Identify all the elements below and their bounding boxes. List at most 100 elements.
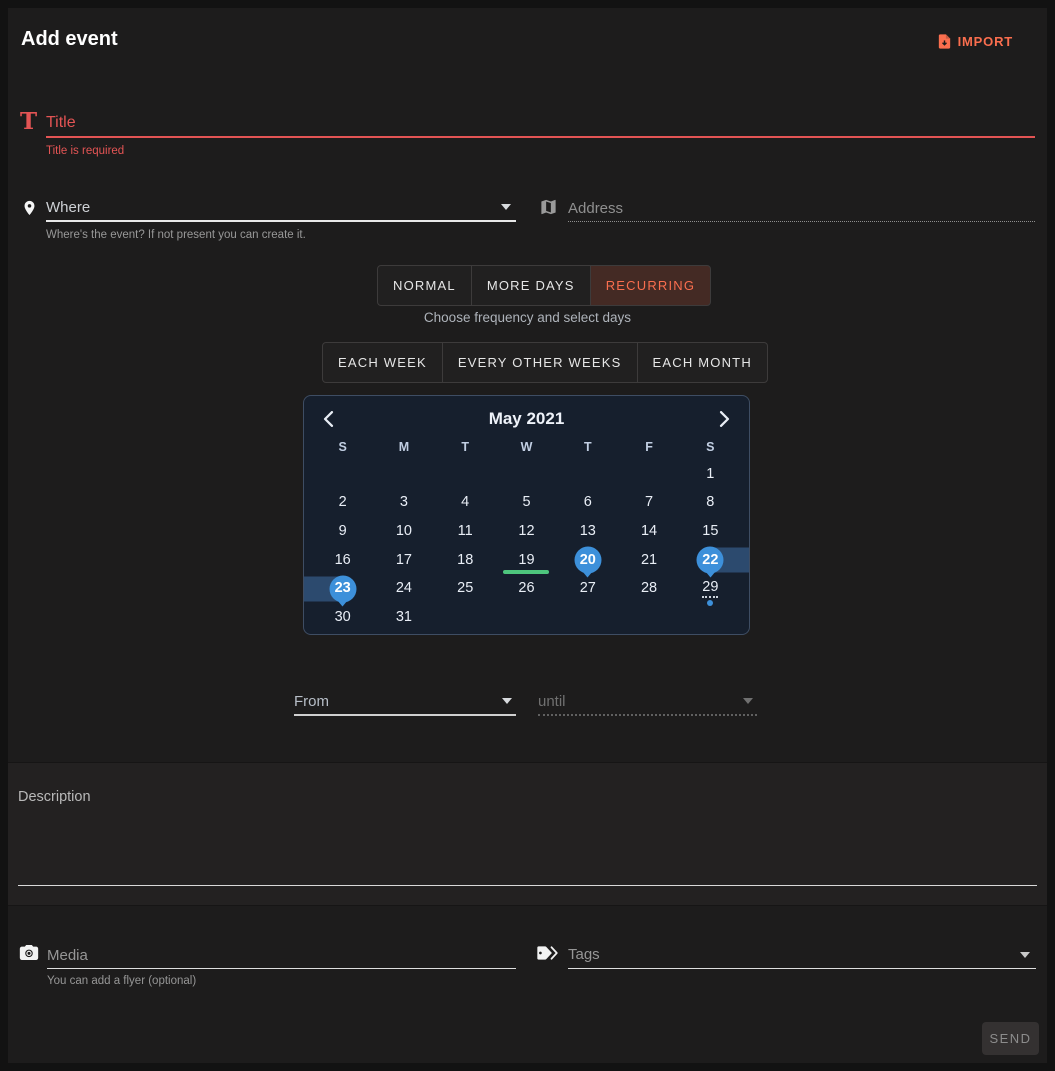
day-number: 18 (457, 552, 473, 569)
day-number: 15 (702, 523, 718, 540)
calendar-grid: 1234567891011121314151617181920212223242… (312, 460, 741, 632)
day-number: 10 (396, 523, 412, 540)
day-number: 13 (580, 523, 596, 540)
title-icon: T (20, 110, 37, 133)
media-input[interactable] (47, 942, 516, 969)
day-number: 31 (396, 609, 412, 626)
calendar-day-empty (373, 460, 434, 489)
day-number: 22 (702, 552, 718, 569)
calendar-next-button[interactable] (716, 409, 733, 429)
calendar-day-empty (496, 460, 557, 489)
tags-select-label: Tags (568, 946, 600, 963)
description-textarea[interactable] (18, 773, 1037, 886)
calendar-day[interactable]: 23 (312, 574, 373, 603)
calendar-day[interactable]: 3 (373, 489, 434, 518)
import-button-label: IMPORT (958, 34, 1013, 49)
calendar-day[interactable]: 24 (373, 574, 434, 603)
chevron-down-icon (501, 204, 511, 210)
calendar-day[interactable]: 21 (618, 546, 679, 575)
day-number: 4 (461, 494, 469, 511)
import-button[interactable]: IMPORT (930, 31, 1019, 52)
page-title: Add event (21, 28, 118, 51)
title-input[interactable] (46, 110, 1035, 138)
weekday-label: T (557, 440, 618, 454)
day-number: 26 (518, 580, 534, 597)
description-section (8, 762, 1047, 906)
calendar-day[interactable]: 15 (680, 517, 741, 546)
day-number: 9 (339, 523, 347, 540)
calendar-day[interactable]: 7 (618, 489, 679, 518)
tags-select[interactable]: Tags (568, 941, 1036, 969)
day-number: 1 (706, 466, 714, 483)
calendar-day[interactable]: 6 (557, 489, 618, 518)
tab-normal[interactable]: NORMAL (377, 265, 472, 306)
where-hint-text: Where's the event? If not present you ca… (46, 229, 306, 241)
calendar-month-label: May 2021 (489, 409, 565, 429)
tab-recurring[interactable]: RECURRING (590, 265, 712, 306)
day-number: 7 (645, 494, 653, 511)
calendar-day[interactable]: 19 (496, 546, 557, 575)
day-number: 30 (335, 609, 351, 626)
calendar-day[interactable]: 11 (435, 517, 496, 546)
calendar-day[interactable]: 20 (557, 546, 618, 575)
weekday-label: S (312, 440, 373, 454)
calendar-day[interactable]: 16 (312, 546, 373, 575)
until-time-select[interactable]: until (538, 688, 757, 716)
where-select-label: Where (46, 199, 90, 216)
calendar-day[interactable]: 17 (373, 546, 434, 575)
calendar-day[interactable]: 14 (618, 517, 679, 546)
calendar-day[interactable]: 18 (435, 546, 496, 575)
day-number: 29 (702, 579, 718, 598)
calendar-day-empty (312, 460, 373, 489)
calendar-day-empty (680, 603, 741, 632)
send-button[interactable]: SEND (982, 1022, 1039, 1055)
calendar-day[interactable]: 4 (435, 489, 496, 518)
tab-each-week[interactable]: EACH WEEK (322, 342, 443, 383)
calendar-day[interactable]: 26 (496, 574, 557, 603)
tags-icon (536, 944, 559, 967)
calendar-day[interactable]: 8 (680, 489, 741, 518)
where-select[interactable]: Where (46, 194, 516, 222)
calendar-day[interactable]: 9 (312, 517, 373, 546)
day-number: 24 (396, 580, 412, 597)
calendar-day[interactable]: 30 (312, 603, 373, 632)
from-time-label: From (294, 693, 329, 710)
address-input[interactable] (568, 195, 1035, 222)
weekday-label: S (680, 440, 741, 454)
from-time-select[interactable]: From (294, 688, 516, 716)
event-type-tabs: NORMAL MORE DAYS RECURRING (377, 265, 711, 306)
calendar-day[interactable]: 12 (496, 517, 557, 546)
calendar-day[interactable]: 22 (680, 546, 741, 575)
frequency-hint-text: Choose frequency and select days (0, 310, 1055, 325)
calendar-day[interactable]: 27 (557, 574, 618, 603)
calendar-day[interactable]: 2 (312, 489, 373, 518)
calendar-day[interactable]: 25 (435, 574, 496, 603)
calendar-day-empty (435, 460, 496, 489)
calendar-day[interactable]: 10 (373, 517, 434, 546)
day-number: 5 (522, 494, 530, 511)
calendar-prev-button[interactable] (320, 409, 337, 429)
calendar-day-empty (557, 460, 618, 489)
day-number: 11 (458, 523, 473, 540)
tab-each-month[interactable]: EACH MONTH (637, 342, 768, 383)
chevron-down-icon (502, 698, 512, 704)
frequency-tabs: EACH WEEK EVERY OTHER WEEKS EACH MONTH (322, 342, 768, 383)
calendar-day[interactable]: 13 (557, 517, 618, 546)
calendar-day[interactable]: 5 (496, 489, 557, 518)
import-file-icon (936, 32, 953, 51)
calendar-weekday-row: SMTWTFS (312, 434, 741, 460)
day-number: 25 (457, 580, 473, 597)
calendar-day[interactable]: 31 (373, 603, 434, 632)
calendar-day[interactable]: 1 (680, 460, 741, 489)
calendar-day-empty (557, 603, 618, 632)
tab-more-days[interactable]: MORE DAYS (471, 265, 591, 306)
calendar-day-empty (496, 603, 557, 632)
day-number: 14 (641, 523, 657, 540)
calendar-day[interactable]: 29 (680, 574, 741, 603)
calendar-day-empty (618, 460, 679, 489)
day-number: 28 (641, 580, 657, 597)
calendar: May 2021 SMTWTFS 12345678910111213141516… (303, 395, 750, 635)
weekday-label: T (435, 440, 496, 454)
calendar-day[interactable]: 28 (618, 574, 679, 603)
tab-every-other-weeks[interactable]: EVERY OTHER WEEKS (442, 342, 638, 383)
